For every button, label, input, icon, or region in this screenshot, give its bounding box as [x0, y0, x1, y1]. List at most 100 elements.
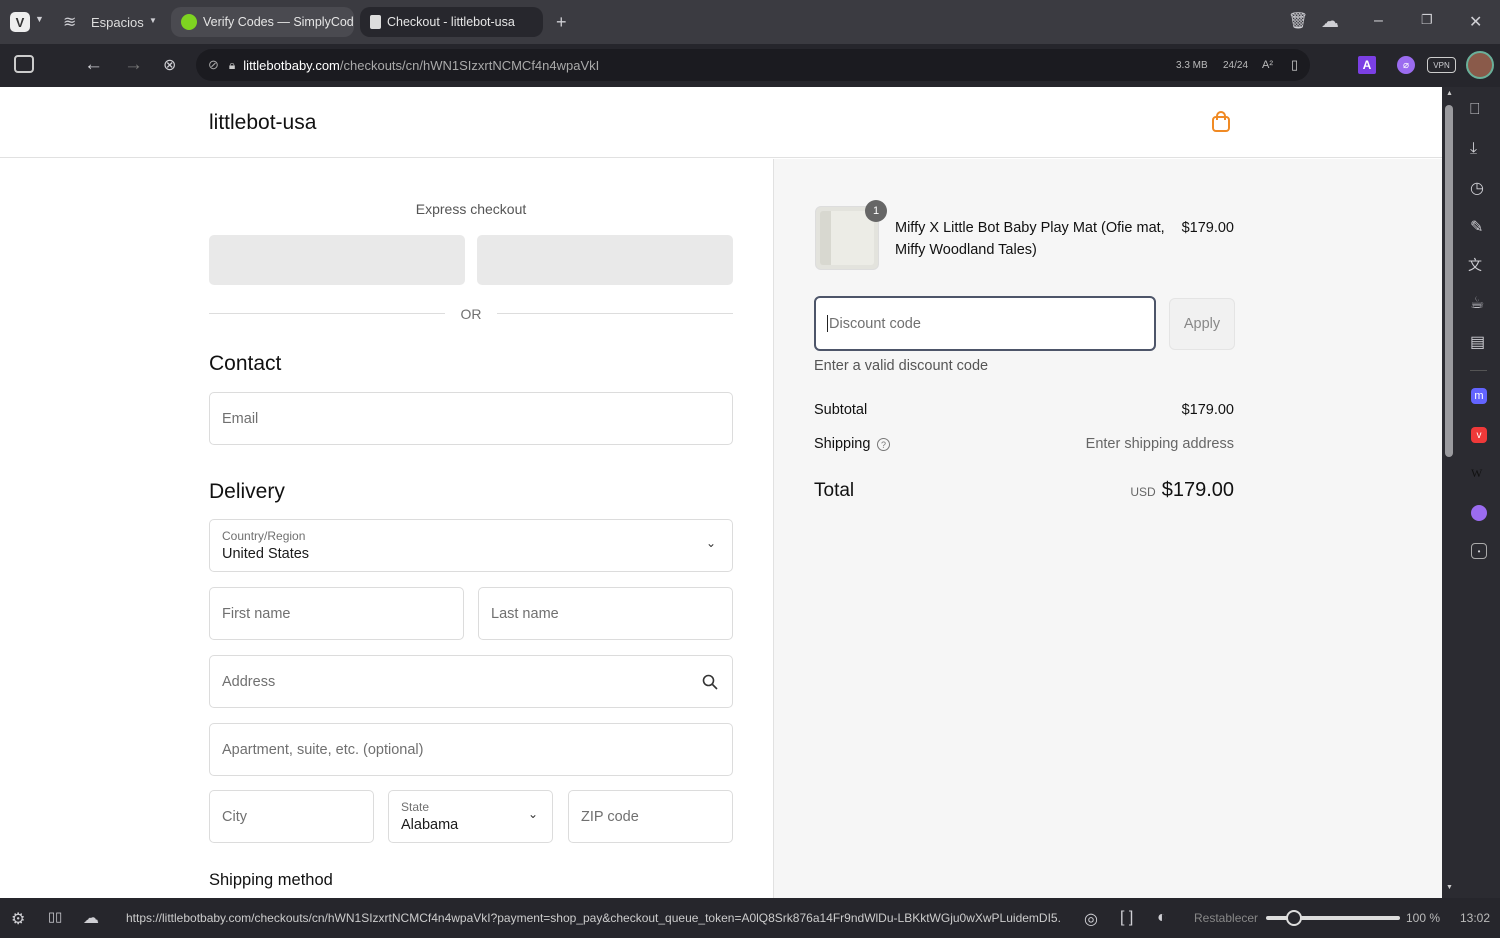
url-bar[interactable]: ⊘ 🔒︎ littlebotbaby.com /checkouts/cn/hWN… [196, 49, 1310, 81]
total-value: $179.00 [1161, 479, 1234, 501]
tab-checkout[interactable]: Checkout - littlebot-usa [360, 7, 543, 37]
wikipedia-icon[interactable]: W [1471, 466, 1482, 481]
page-scrollbar[interactable]: ▲ ▼ [1442, 87, 1457, 898]
bookmark-icon[interactable]: ▯ [1291, 57, 1298, 73]
shipping-label: Shipping [814, 436, 871, 452]
tab-verify-codes[interactable]: Verify Codes — SimplyCodes [171, 7, 354, 37]
scroll-up-icon[interactable]: ▲ [1446, 90, 1453, 97]
subtotal-label: Subtotal [814, 402, 868, 418]
zoom-slider[interactable] [1266, 910, 1400, 926]
vivaldi-menu-icon[interactable]: V [10, 12, 30, 32]
email-field[interactable]: Email [209, 392, 733, 445]
apply-button[interactable]: Apply [1169, 298, 1235, 350]
chevron-down-icon[interactable]: ▼ [35, 14, 44, 24]
shield-icon[interactable]: ⊘ [208, 57, 219, 73]
scrollbar-thumb[interactable] [1445, 105, 1453, 457]
address-field[interactable]: Address [209, 655, 733, 708]
express-pay-button-2[interactable] [477, 235, 733, 285]
express-pay-button-1[interactable] [209, 235, 465, 285]
chevron-down-icon: ⌄ [705, 536, 716, 550]
history-icon[interactable]: ◷ [1470, 178, 1484, 198]
url-domain: littlebotbaby.com [243, 57, 340, 73]
checkout-page: littlebot-usa Express checkout OR Contac… [0, 87, 1442, 898]
divider [497, 313, 733, 314]
page-icon [370, 15, 381, 29]
restore-icon[interactable]: ❐ [1421, 12, 1433, 28]
text-cursor [827, 315, 828, 332]
panel-toggle-icon[interactable] [14, 55, 34, 73]
close-icon[interactable]: ✕ [1469, 12, 1482, 32]
clock: 13:02 [1460, 911, 1491, 925]
chevron-down-icon[interactable]: ▼ [149, 16, 157, 25]
page-actions-icon[interactable]: [ ] [1120, 909, 1133, 927]
shipping-value: Enter shipping address [1085, 436, 1234, 452]
zip-field[interactable]: ZIP code [568, 790, 733, 843]
translate-icon[interactable]: A² [1262, 59, 1273, 71]
discount-code-input[interactable]: Discount code [814, 296, 1156, 351]
country-label: Country/Region [222, 529, 306, 543]
zoom-reset-button[interactable]: Restablecer [1194, 911, 1258, 925]
status-url: https://littlebotbaby.com/checkouts/cn/h… [126, 911, 1061, 925]
notes-icon[interactable]: ✎ [1470, 217, 1483, 237]
product-name: Miffy X Little Bot Baby Play Mat (Ofie m… [895, 220, 1165, 258]
last-name-field[interactable]: Last name [478, 587, 733, 640]
trash-icon[interactable]: 🗑 [1288, 11, 1308, 31]
address-placeholder: Address [222, 673, 276, 690]
translate-icon[interactable]: 文 [1468, 255, 1482, 275]
simplycodes-icon [181, 14, 197, 30]
reading-list-icon[interactable]: ☕︎ [1470, 293, 1484, 313]
web-panel-icon[interactable] [1471, 505, 1487, 521]
shopping-bag-icon[interactable] [1211, 111, 1231, 133]
first-name-field[interactable]: First name [209, 587, 464, 640]
image-toggle-icon[interactable]: ◐ [1157, 909, 1167, 927]
divider [209, 313, 445, 314]
zoom-level: 100 % [1406, 911, 1441, 925]
bookmarks-icon[interactable]: ⎕ [1470, 101, 1480, 119]
url-path: /checkouts/cn/hWN1SIzxrtNCMCf4n4wpaVkI [339, 57, 600, 73]
tab-title: Checkout - littlebot-usa [387, 15, 515, 29]
country-value: United States [222, 546, 310, 562]
mastodon-icon[interactable]: m [1471, 388, 1487, 404]
vpn-button[interactable]: VPN [1427, 57, 1456, 73]
store-name[interactable]: littlebot-usa [209, 111, 316, 135]
tracker-count[interactable]: 24/24 [1223, 60, 1248, 71]
status-bar: ⚙ ▯▯ ☁ https://littlebotbaby.com/checkou… [0, 898, 1500, 938]
state-select[interactable]: State Alabama ⌄ [388, 790, 553, 843]
browser-tab-bar: V ▼ ≋ Espacios ▼ Verify Codes — SimplyCo… [0, 0, 1500, 44]
country-select[interactable]: Country/Region United States ⌄ [209, 519, 733, 572]
zoom-slider-handle[interactable] [1286, 910, 1302, 926]
play-mat-image [820, 211, 874, 265]
downloads-icon[interactable]: ⤓ [1470, 140, 1477, 158]
workspaces-label[interactable]: Espacios [91, 15, 144, 30]
add-panel-icon[interactable]: • [1471, 543, 1487, 559]
new-tab-icon[interactable]: + [556, 12, 567, 33]
reader-icon[interactable]: ▤ [1470, 332, 1485, 352]
discount-placeholder: Discount code [829, 315, 921, 332]
vivaldi-icon[interactable]: v [1471, 427, 1487, 443]
apartment-field[interactable]: Apartment, suite, etc. (optional) [209, 723, 733, 776]
search-icon [702, 674, 718, 690]
scroll-down-icon[interactable]: ▼ [1446, 884, 1453, 891]
help-icon[interactable]: ? [877, 438, 890, 451]
minimize-icon[interactable]: – [1374, 12, 1383, 30]
capture-icon[interactable]: ◎ [1084, 909, 1098, 929]
tab-title: Verify Codes — SimplyCodes [203, 15, 354, 29]
extension-a-icon[interactable]: A [1358, 56, 1376, 74]
cloud-icon[interactable]: ☁ [1321, 11, 1339, 32]
back-icon[interactable]: ← [84, 54, 103, 76]
shipping-method-heading: Shipping method [209, 871, 333, 889]
quantity-badge: 1 [865, 200, 887, 222]
city-field[interactable]: City [209, 790, 374, 843]
stop-icon[interactable]: ⊗ [163, 55, 176, 75]
contact-heading: Contact [209, 352, 282, 375]
tiling-icon[interactable]: ▯▯ [48, 909, 62, 925]
settings-icon[interactable]: ⚙ [11, 909, 25, 929]
lock-icon[interactable]: 🔒︎ [229, 58, 235, 73]
product-price: $179.00 [1181, 220, 1234, 236]
avatar[interactable] [1466, 51, 1494, 79]
currency-code: USD [1130, 485, 1156, 499]
order-summary: 1 Miffy X Little Bot Baby Play Mat (Ofie… [773, 159, 1442, 898]
extension-icon[interactable]: ⌀ [1397, 56, 1415, 74]
forward-icon[interactable]: → [124, 54, 143, 76]
sync-cloud-icon[interactable]: ☁ [83, 908, 99, 928]
